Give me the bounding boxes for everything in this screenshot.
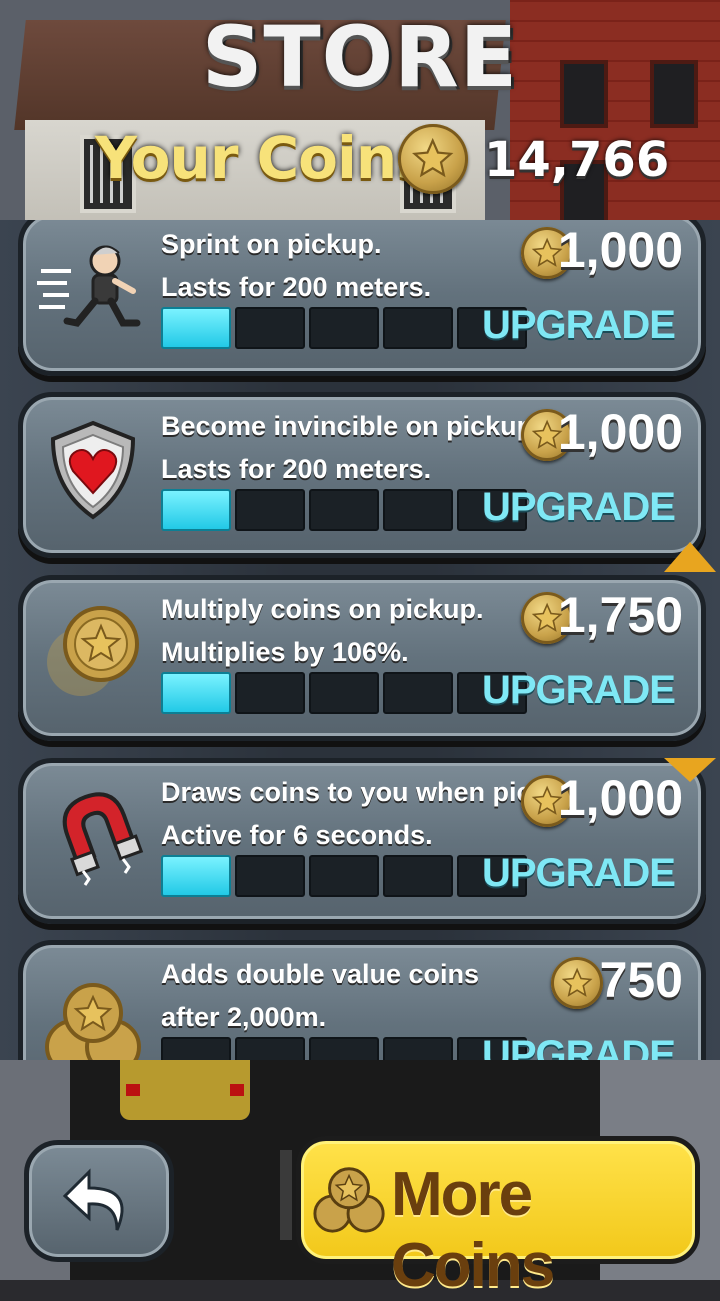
- level-segment-empty: [235, 489, 305, 531]
- price-label: 1,750: [557, 587, 683, 643]
- upgrade-button[interactable]: UPGRADE: [482, 668, 676, 713]
- upgrade-list[interactable]: Sprint on pickup. Lasts for 200 meters. …: [0, 220, 720, 1060]
- coins-value: 14,766: [484, 132, 670, 188]
- upgrade-button[interactable]: UPGRADE: [482, 851, 676, 896]
- level-segment-empty: [161, 1037, 231, 1060]
- upgrade-description: Adds double value coins after 2,000m.: [161, 959, 480, 1032]
- upgrade-card-coin-multiplier[interactable]: Multiply coins on pickup. Multiplies by …: [18, 575, 706, 741]
- level-segment-empty: [309, 489, 379, 531]
- scroll-down-arrow-icon[interactable]: [664, 758, 716, 782]
- more-coins-button[interactable]: More Coins: [296, 1136, 700, 1300]
- level-progress-bar: [161, 672, 527, 714]
- price-label: 750: [599, 952, 683, 1008]
- magnet-icon: [37, 779, 149, 891]
- sprint-granny-icon: [37, 231, 149, 343]
- upgrade-card-sprint[interactable]: Sprint on pickup. Lasts for 200 meters. …: [18, 220, 706, 376]
- level-segment-filled: [161, 489, 231, 531]
- level-segment-empty: [309, 672, 379, 714]
- level-segment-empty: [383, 489, 453, 531]
- upgrade-description: Become invincible on pickup. Lasts for 2…: [161, 411, 541, 484]
- level-segment-empty: [383, 855, 453, 897]
- level-segment-filled: [161, 672, 231, 714]
- level-segment-empty: [309, 855, 379, 897]
- upgrade-button[interactable]: UPGRADE: [482, 485, 676, 530]
- coin-multiplier-icon: [37, 596, 149, 708]
- level-progress-bar: [161, 1037, 527, 1060]
- level-progress-bar: [161, 855, 527, 897]
- back-button[interactable]: [24, 1140, 174, 1262]
- upgrade-description: Draws coins to you when picked Active fo…: [161, 777, 579, 850]
- store-title: STORE: [201, 8, 519, 106]
- back-arrow-icon: [62, 1168, 124, 1231]
- coin-stack-icon: [313, 1167, 385, 1233]
- level-segment-empty: [383, 1037, 453, 1060]
- level-segment-empty: [383, 672, 453, 714]
- coin-stack-icon: [37, 961, 149, 1060]
- upgrade-card-invincible[interactable]: Become invincible on pickup. Lasts for 2…: [18, 392, 706, 558]
- coin-icon: [398, 124, 468, 194]
- level-segment-empty: [235, 672, 305, 714]
- level-segment-empty: [309, 307, 379, 349]
- upgrade-button[interactable]: UPGRADE: [482, 1033, 676, 1060]
- coins-label: Your Coins: [95, 124, 431, 192]
- level-progress-bar: [161, 489, 527, 531]
- upgrade-description: Sprint on pickup. Lasts for 200 meters.: [161, 229, 432, 302]
- level-progress-bar: [161, 307, 527, 349]
- coin-icon: [551, 957, 603, 1009]
- level-segment-empty: [383, 307, 453, 349]
- level-segment-filled: [161, 855, 231, 897]
- scroll-up-arrow-icon[interactable]: [664, 542, 716, 572]
- level-segment-filled: [161, 307, 231, 349]
- level-segment-empty: [309, 1037, 379, 1060]
- upgrade-description: Multiply coins on pickup. Multiplies by …: [161, 594, 484, 667]
- level-segment-empty: [235, 1037, 305, 1060]
- heart-shield-icon: [37, 413, 149, 525]
- upgrade-button[interactable]: UPGRADE: [482, 303, 676, 348]
- level-segment-empty: [235, 307, 305, 349]
- coin-balance: Your Coins 14,766: [0, 120, 720, 200]
- level-segment-empty: [235, 855, 305, 897]
- upgrade-card-double-coins[interactable]: Adds double value coins after 2,000m. 75…: [18, 940, 706, 1060]
- upgrade-card-magnet[interactable]: Draws coins to you when picked Active fo…: [18, 758, 706, 924]
- price-label: 1,000: [557, 404, 683, 460]
- price-label: 1,000: [557, 222, 683, 278]
